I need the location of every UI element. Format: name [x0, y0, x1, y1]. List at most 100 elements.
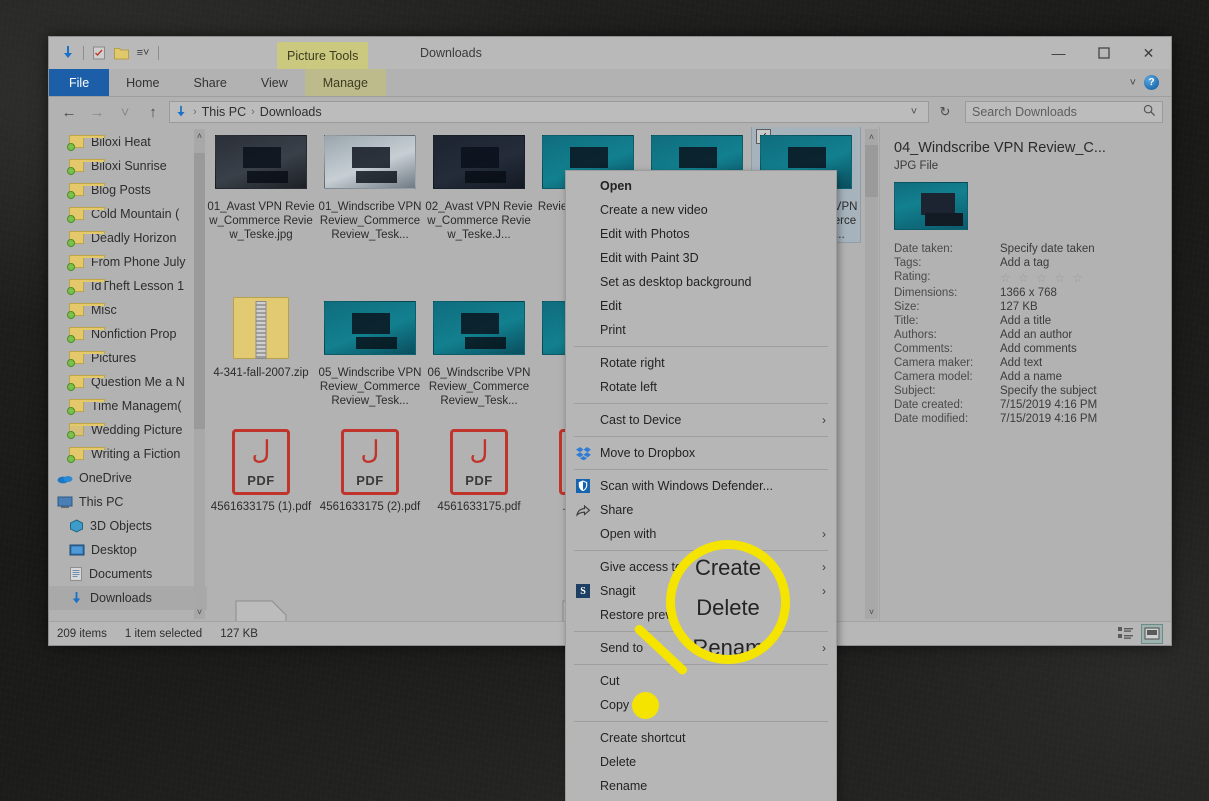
menu-item-send-to[interactable]: Send to ›	[566, 636, 836, 660]
maximize-button[interactable]	[1081, 37, 1126, 69]
refresh-button[interactable]: ↻	[933, 101, 957, 123]
file-item[interactable]: 4-341-fall-2007.zip	[207, 293, 315, 380]
back-button[interactable]: ←	[57, 101, 81, 123]
details-property-value[interactable]: Add text	[1000, 356, 1157, 370]
downloads-icon[interactable]	[57, 42, 79, 64]
details-property-value[interactable]: 7/15/2019 4:16 PM	[1000, 398, 1157, 412]
details-property-value[interactable]: Specify the subject	[1000, 384, 1157, 398]
sidebar-item-onedrive[interactable]: OneDrive	[49, 466, 207, 490]
sidebar-item-misc[interactable]: Misc	[49, 298, 207, 322]
sidebar-item-idtheft-lesson-1[interactable]: IdTheft Lesson 1	[49, 274, 207, 298]
breadcrumb-downloads[interactable]: Downloads	[260, 105, 322, 119]
customize-chevron-icon[interactable]: ≡˅	[132, 42, 154, 64]
details-property-value[interactable]: Add a tag	[1000, 256, 1157, 270]
details-property-value[interactable]: Add a title	[1000, 314, 1157, 328]
sidebar-item-wedding-picture[interactable]: Wedding Picture	[49, 418, 207, 442]
tab-view[interactable]: View	[244, 69, 305, 96]
file-item[interactable]: ل PDF 4561633175 (1).pdf	[207, 427, 315, 514]
sidebar-item-desktop[interactable]: Desktop	[49, 538, 207, 562]
picture-tools-contextual-tab[interactable]: Picture Tools	[277, 42, 369, 69]
file-item[interactable]: 01_Windscribe VPN Review_Commerce Review…	[316, 127, 424, 242]
menu-item-create-a-new-video[interactable]: Create a new video	[566, 198, 836, 222]
file-item[interactable]: 05_Windscribe VPN Review_Commerce Review…	[316, 293, 424, 408]
new-folder-icon[interactable]	[110, 42, 132, 64]
scroll-up-icon[interactable]: ˄	[865, 129, 878, 144]
search-box[interactable]: Search Downloads	[965, 101, 1163, 123]
details-property-value[interactable]: Specify date taken	[1000, 242, 1157, 256]
sidebar-item-question-me-a-n[interactable]: Question Me a N	[49, 370, 207, 394]
scroll-down-icon[interactable]: ˅	[865, 604, 878, 619]
details-view-button[interactable]	[1115, 624, 1137, 644]
details-property-value[interactable]: 1366 x 768	[1000, 286, 1157, 300]
breadcrumb[interactable]: › This PC › Downloads ˅	[169, 101, 929, 123]
menu-item-print[interactable]: Print	[566, 318, 836, 342]
forward-button[interactable]: →	[85, 101, 109, 123]
close-button[interactable]: ✕	[1126, 37, 1171, 69]
sidebar-item-this-pc[interactable]: This PC	[49, 490, 207, 514]
file-list-scrollbar[interactable]: ˄ ˅	[865, 129, 878, 619]
menu-item-restore-previous-versions[interactable]: Restore previous versions	[566, 603, 836, 627]
menu-item-cast-to-device[interactable]: Cast to Device ›	[566, 408, 836, 432]
details-property-value[interactable]: 127 KB	[1000, 300, 1157, 314]
details-property-value[interactable]: ☆ ☆ ☆ ☆ ☆	[1000, 270, 1157, 286]
menu-item-give-access-to[interactable]: Give access to ›	[566, 555, 836, 579]
menu-item-rotate-right[interactable]: Rotate right	[566, 351, 836, 375]
sidebar-item-biloxi-sunrise[interactable]: Biloxi Sunrise	[49, 154, 207, 178]
scroll-down-icon[interactable]: ˅	[194, 605, 205, 619]
menu-item-share[interactable]: Share	[566, 498, 836, 522]
file-item[interactable]: 02_Avast VPN Review_Commerce Review_Tesk…	[425, 127, 533, 242]
tab-file[interactable]: File	[49, 69, 110, 96]
menu-item-delete[interactable]: Delete	[566, 750, 836, 774]
menu-item-set-as-desktop-background[interactable]: Set as desktop background	[566, 270, 836, 294]
sidebar-item-blog-posts[interactable]: Blog Posts	[49, 178, 207, 202]
help-icon[interactable]: ?	[1144, 75, 1159, 90]
tab-manage[interactable]: Manage	[304, 69, 386, 96]
menu-item-rotate-left[interactable]: Rotate left	[566, 375, 836, 399]
breadcrumb-this-pc[interactable]: This PC	[202, 105, 246, 119]
menu-item-create-shortcut[interactable]: Create shortcut	[566, 726, 836, 750]
menu-item-scan-with-windows-defender[interactable]: Scan with Windows Defender...	[566, 474, 836, 498]
sidebar-item-nonfiction-prop[interactable]: Nonfiction Prop	[49, 322, 207, 346]
menu-item-snagit[interactable]: S Snagit ›	[566, 579, 836, 603]
nav-scrollbar[interactable]: ˄ ˅	[194, 129, 205, 619]
menu-item-edit[interactable]: Edit	[566, 294, 836, 318]
sidebar-item-biloxi-heat[interactable]: Biloxi Heat	[49, 130, 207, 154]
sidebar-item-pictures[interactable]: Pictures	[49, 346, 207, 370]
menu-item-move-to-dropbox[interactable]: Move to Dropbox	[566, 441, 836, 465]
tab-home[interactable]: Home	[109, 69, 176, 96]
file-item[interactable]: ل PDF 4561633175 (2).pdf	[316, 427, 424, 514]
menu-item-open[interactable]: Open	[566, 174, 836, 198]
sidebar-item-3d-objects[interactable]: 3D Objects	[49, 514, 207, 538]
tab-share[interactable]: Share	[177, 69, 244, 96]
details-property-value[interactable]: 7/15/2019 4:16 PM	[1000, 412, 1157, 426]
details-property-value[interactable]: Add comments	[1000, 342, 1157, 356]
sidebar-item-documents[interactable]: Documents	[49, 562, 207, 586]
menu-item-rename[interactable]: Rename	[566, 774, 836, 798]
collapse-ribbon-icon[interactable]: ˅	[1130, 77, 1136, 89]
recent-locations-button[interactable]: ˅	[113, 101, 137, 123]
scroll-up-icon[interactable]: ˄	[194, 129, 205, 143]
menu-item-cut[interactable]: Cut	[566, 669, 836, 693]
scroll-thumb[interactable]	[865, 145, 878, 197]
sidebar-item-deadly-horizon[interactable]: Deadly Horizon	[49, 226, 207, 250]
sidebar-item-cold-mountain[interactable]: Cold Mountain (	[49, 202, 207, 226]
scroll-thumb[interactable]	[194, 153, 205, 429]
large-icons-view-button[interactable]	[1141, 623, 1163, 644]
context-menu[interactable]: Open Create a new video Edit with Photos Ed…	[565, 170, 837, 801]
properties-icon[interactable]	[88, 42, 110, 64]
menu-item-copy[interactable]: Copy	[566, 693, 836, 717]
chevron-down-icon[interactable]: ˅	[904, 106, 924, 118]
search-input[interactable]: Search Downloads	[972, 105, 1077, 119]
file-item[interactable]: 01_Avast VPN Review_Commerce Review_Tesk…	[207, 127, 315, 242]
menu-item-edit-with-photos[interactable]: Edit with Photos	[566, 222, 836, 246]
file-item[interactable]: ل PDF 4561633175.pdf	[425, 427, 533, 514]
minimize-button[interactable]: —	[1036, 37, 1081, 69]
details-property-value[interactable]: Add an author	[1000, 328, 1157, 342]
up-button[interactable]: ↑	[141, 101, 165, 123]
sidebar-item-time-managem[interactable]: Time Managem(	[49, 394, 207, 418]
menu-item-open-with[interactable]: Open with ›	[566, 522, 836, 546]
file-item[interactable]: H... p...	[207, 593, 315, 621]
file-item[interactable]: 06_Windscribe VPN Review_Commerce Review…	[425, 293, 533, 408]
sidebar-item-writing-a-fiction[interactable]: Writing a Fiction	[49, 442, 207, 466]
details-property-value[interactable]: Add a name	[1000, 370, 1157, 384]
